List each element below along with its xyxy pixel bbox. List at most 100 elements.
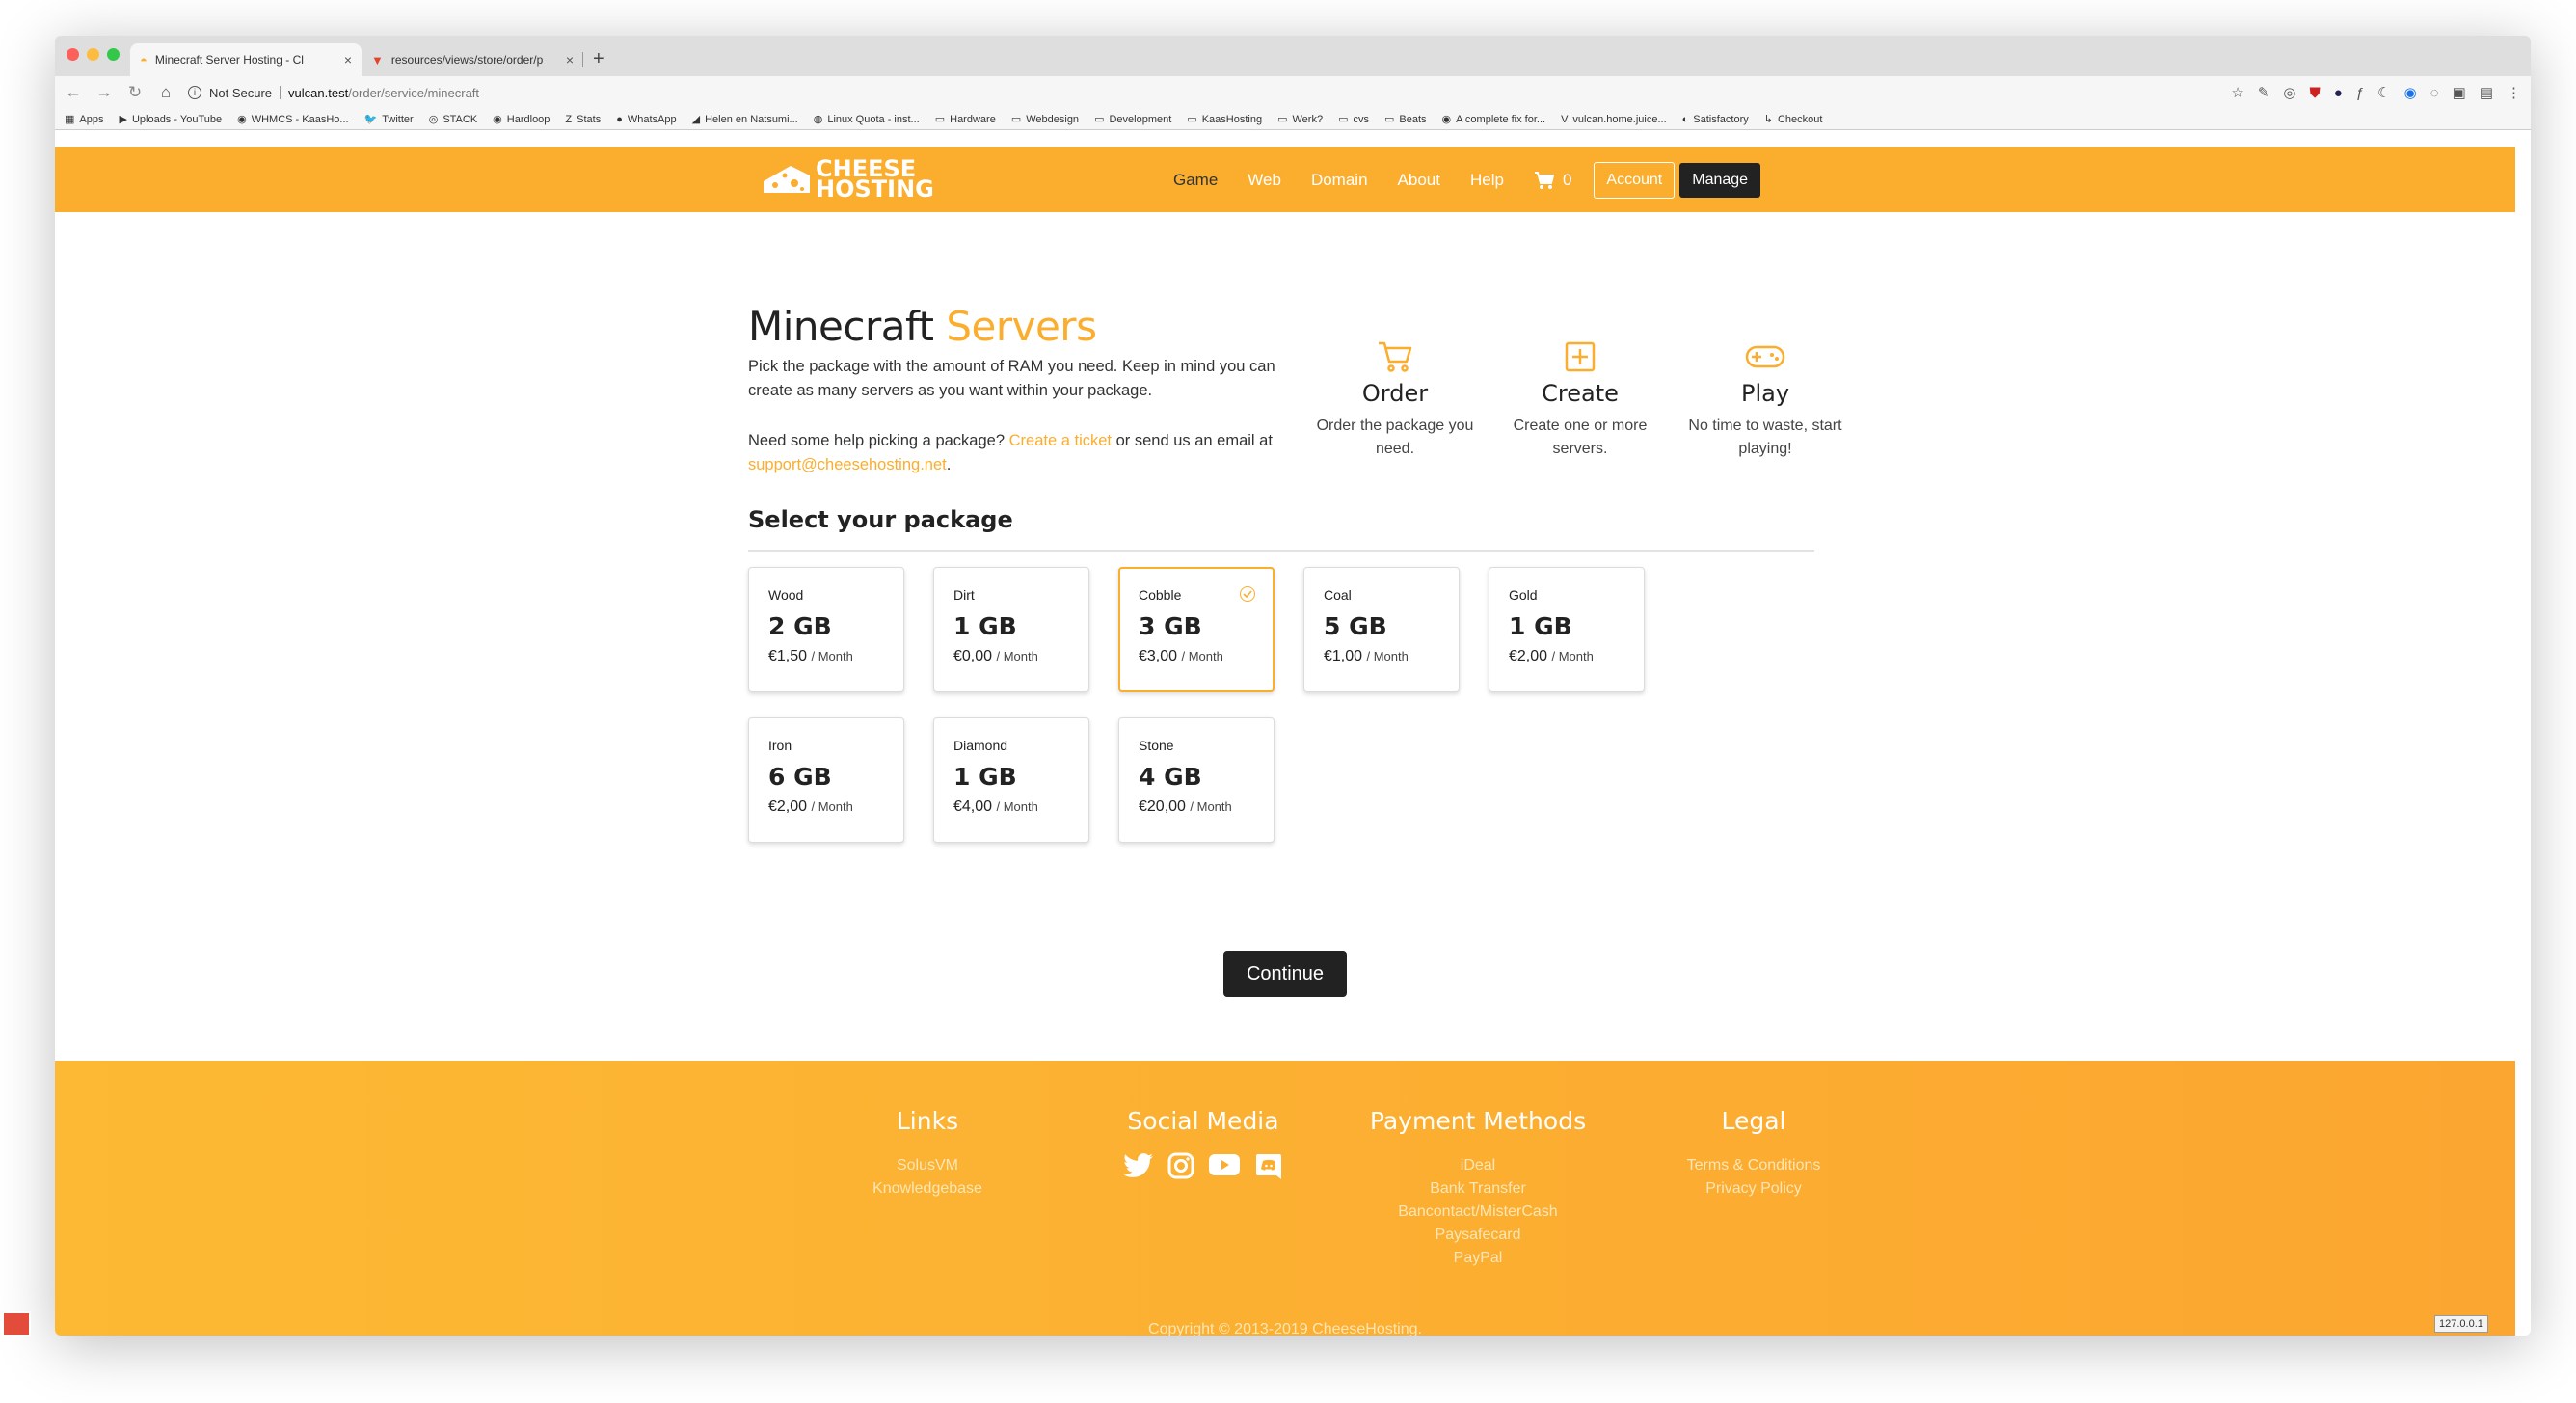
tab-minecraft-hosting[interactable]: ◓ Minecraft Server Hosting - Cl × xyxy=(130,43,362,76)
home-icon[interactable]: ⌂ xyxy=(157,83,174,102)
bookmark-item[interactable]: ▶ Uploads - YouTube xyxy=(119,113,222,126)
bookmark-item[interactable]: ▭ Development xyxy=(1094,113,1172,126)
bookmark-item[interactable]: 🐦 Twitter xyxy=(364,113,414,126)
step-desc: Order the package you need. xyxy=(1316,418,1474,457)
moon-icon[interactable]: ☾ xyxy=(2377,84,2390,101)
bookmark-icon: ▭ xyxy=(1383,114,1395,125)
nav-cart[interactable]: 0 xyxy=(1534,171,1571,190)
eyedropper-icon[interactable]: ✎ xyxy=(2258,84,2270,101)
menu-icon[interactable]: ⋮ xyxy=(2507,84,2521,101)
maximize-window-button[interactable] xyxy=(107,48,120,61)
package-card-iron[interactable]: Iron 6 GB €2,00 / Month xyxy=(748,717,904,843)
bookmark-item[interactable]: ▭ Beats xyxy=(1383,113,1427,126)
laravel-debug-icon[interactable] xyxy=(2,1311,31,1336)
site-navbar: CHEESE HOSTING Game Web Domain About Hel… xyxy=(55,147,2515,212)
terms-link[interactable]: Terms & Conditions xyxy=(1628,1154,1879,1177)
monitor-icon[interactable]: ▣ xyxy=(2453,84,2466,101)
package-card-stone[interactable]: Stone 4 GB €20,00 / Month xyxy=(1118,717,1275,843)
bookmark-item[interactable]: ▭ Webdesign xyxy=(1011,113,1079,126)
bookmark-icon: ▶ xyxy=(119,114,127,125)
bookmark-item[interactable]: ▭ Hardware xyxy=(935,113,996,126)
package-name: Diamond xyxy=(953,738,1008,753)
bookmark-label: Satisfactory xyxy=(1693,113,1749,125)
manage-button[interactable]: Manage xyxy=(1679,163,1761,198)
account-button[interactable]: Account xyxy=(1594,162,1676,199)
bookmark-item[interactable]: ◐ Satisfactory xyxy=(1682,114,1749,125)
bookmark-item[interactable]: ▭ cvs xyxy=(1338,113,1369,126)
divider xyxy=(280,86,282,99)
support-email-link[interactable]: support@cheesehosting.net xyxy=(748,456,947,473)
package-card-dirt[interactable]: Dirt 1 GB €0,00 / Month xyxy=(933,567,1089,692)
continue-button[interactable]: Continue xyxy=(1223,951,1347,997)
bookmark-item[interactable]: ▭ Werk? xyxy=(1277,113,1323,126)
nav-about[interactable]: About xyxy=(1398,171,1440,190)
title-accent: Servers xyxy=(946,303,1097,350)
tab-close-icon[interactable]: × xyxy=(566,52,574,67)
package-card-cobble[interactable]: Cobble 3 GB €3,00 / Month xyxy=(1118,567,1275,692)
minimize-window-button[interactable] xyxy=(87,48,99,61)
footer-link-knowledgebase[interactable]: Knowledgebase xyxy=(802,1177,1053,1201)
bookmark-item[interactable]: Vvulcan.home.juice... xyxy=(1561,114,1667,125)
price-period: / Month xyxy=(996,799,1038,814)
cheesehosting-logo[interactable]: CHEESE HOSTING xyxy=(762,157,934,202)
bookmark-item[interactable]: ◎ STACK xyxy=(429,113,477,126)
bookmark-item[interactable]: ◉ A complete fix for... xyxy=(1442,113,1546,126)
bookmark-item[interactable]: ◉ Hardloop xyxy=(493,113,550,126)
nav-web[interactable]: Web xyxy=(1248,171,1281,190)
create-ticket-link[interactable]: Create a ticket xyxy=(1009,432,1112,449)
bookmark-label: Hardware xyxy=(950,113,996,125)
main-menu: Game Web Domain About Help 0 Account Man… xyxy=(1173,162,1761,199)
extension-icon[interactable]: ● xyxy=(2334,85,2343,101)
payment-bank-transfer: Bank Transfer xyxy=(1430,1180,1526,1197)
twitter-icon[interactable] xyxy=(1123,1152,1154,1179)
bookmark-label: Apps xyxy=(79,113,104,125)
bookmark-item[interactable]: ◍ Linux Quota - inst... xyxy=(813,113,920,126)
price-period: / Month xyxy=(1190,799,1232,814)
bookmark-item[interactable]: ↳ Checkout xyxy=(1764,113,1823,126)
package-price: €0,00 / Month xyxy=(953,648,1069,665)
package-name: Dirt xyxy=(953,587,975,603)
tab-close-icon[interactable]: × xyxy=(344,52,352,67)
back-icon[interactable]: ← xyxy=(65,83,82,102)
nav-game[interactable]: Game xyxy=(1173,171,1218,190)
bookmark-icon: ◍ xyxy=(813,114,823,125)
discord-icon[interactable] xyxy=(1254,1152,1283,1181)
extension-icon[interactable]: ◎ xyxy=(2283,84,2295,101)
bookmark-item[interactable]: ▦ Apps xyxy=(65,113,104,126)
bookmark-item[interactable]: ● WhatsApp xyxy=(616,114,676,125)
new-tab-button[interactable]: + xyxy=(583,48,614,76)
price-value: €1,00 xyxy=(1324,648,1363,664)
info-icon[interactable]: i xyxy=(188,86,201,99)
package-card-diamond[interactable]: Diamond 1 GB €4,00 / Month xyxy=(933,717,1089,843)
bookmark-item[interactable]: Z Stats xyxy=(565,114,601,125)
card-icon[interactable]: ▤ xyxy=(2480,84,2493,101)
nav-help[interactable]: Help xyxy=(1470,171,1504,190)
forward-icon[interactable]: → xyxy=(95,83,113,102)
footer-link-solusvm[interactable]: SolusVM xyxy=(802,1154,1053,1177)
bookmark-item[interactable]: ◉ WHMCS - KaasHo... xyxy=(237,113,348,126)
logo-line-2: HOSTING xyxy=(816,175,934,202)
package-card-gold[interactable]: Gold 1 GB €2,00 / Month xyxy=(1489,567,1645,692)
extension-icon[interactable]: ◌ xyxy=(2430,85,2439,101)
instagram-icon[interactable] xyxy=(1167,1152,1194,1179)
price-period: / Month xyxy=(996,649,1038,663)
reload-icon[interactable]: ↻ xyxy=(126,83,144,102)
address-bar[interactable]: i Not Secure vulcan.test/order/service/m… xyxy=(188,86,2217,100)
font-icon[interactable]: ƒ xyxy=(2356,85,2364,101)
bookmark-label: Development xyxy=(1109,113,1172,125)
privacy-link[interactable]: Privacy Policy xyxy=(1628,1177,1879,1201)
package-card-wood[interactable]: Wood 2 GB €1,50 / Month xyxy=(748,567,904,692)
nav-domain[interactable]: Domain xyxy=(1311,171,1368,190)
shield-icon[interactable]: ⛊ xyxy=(2309,85,2320,101)
password-icon[interactable]: ◉ xyxy=(2404,84,2417,101)
check-circle-icon xyxy=(1240,586,1255,602)
bookmark-item[interactable]: ◢ Helen en Natsumi... xyxy=(692,113,798,126)
tab-gitlab[interactable]: ▼ resources/views/store/order/p × xyxy=(362,43,583,76)
star-icon[interactable]: ☆ xyxy=(2231,84,2243,101)
youtube-icon[interactable] xyxy=(1208,1152,1241,1177)
select-package-title: Select your package xyxy=(748,506,1013,533)
close-window-button[interactable] xyxy=(67,48,79,61)
package-ram: 2 GB xyxy=(768,612,832,640)
package-card-coal[interactable]: Coal 5 GB €1,00 / Month xyxy=(1303,567,1460,692)
bookmark-item[interactable]: ▭ KaasHosting xyxy=(1187,113,1262,126)
